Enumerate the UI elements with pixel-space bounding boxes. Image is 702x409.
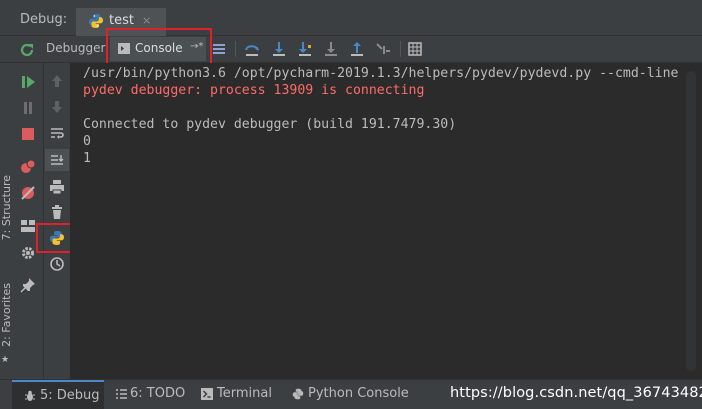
console-line: /usr/bin/python3.6 /opt/pycharm-2019.1.3… [83, 66, 679, 81]
run-to-cursor-icon[interactable] [374, 40, 392, 58]
show-execution-point-icon[interactable] [210, 40, 228, 58]
console-vertical-scrollbar[interactable] [682, 63, 702, 379]
soft-wrap-icon[interactable] [49, 125, 65, 141]
stop-icon[interactable] [20, 126, 36, 142]
down-arrow-icon[interactable] [49, 99, 65, 115]
terminal-tool-button[interactable]: Terminal [199, 380, 279, 409]
console-line: 0 [83, 134, 91, 149]
history-icon[interactable] [49, 256, 65, 272]
tab-debugger[interactable]: Debugger [46, 41, 105, 55]
debug-toolbar: Debugger Console →* [0, 28, 702, 66]
print-icon[interactable] [49, 179, 65, 195]
force-step-into-icon[interactable] [322, 40, 340, 58]
annotation-box-console [106, 28, 212, 66]
bug-icon [25, 390, 35, 401]
debug-actions-column [13, 63, 44, 379]
step-into-my-code-icon[interactable] [296, 40, 314, 58]
pause-icon[interactable] [20, 100, 36, 116]
console-line: Connected to pydev debugger (build 191.7… [83, 117, 457, 132]
restore-layout-icon[interactable] [20, 218, 36, 234]
structure-tool-button[interactable]: 7: Structure [0, 175, 13, 240]
terminal-icon [201, 388, 213, 400]
python-console-tool-button[interactable]: Python Console [290, 380, 410, 409]
left-tool-strip: 7: Structure 2: Favorites ★ [0, 63, 14, 379]
debug-tool-button[interactable]: 5: Debug [12, 380, 104, 409]
tab-test-label: test [109, 13, 134, 28]
debug-tool-label: 5: Debug [40, 388, 100, 403]
console-line: 1 [83, 151, 91, 166]
scroll-to-end-icon[interactable] [49, 152, 65, 168]
python-console-tool-label: Python Console [308, 386, 409, 401]
settings-icon[interactable] [20, 245, 36, 261]
watermark-text: https://blog.csdn.net/qq_36743482 [450, 385, 702, 401]
tab-close-icon[interactable]: × [142, 14, 151, 27]
console-output[interactable]: /usr/bin/python3.6 /opt/pycharm-2019.1.3… [70, 63, 682, 379]
pin-icon[interactable] [20, 277, 36, 293]
up-arrow-icon[interactable] [49, 73, 65, 89]
console-line: pydev debugger: process 13909 is connect… [83, 83, 425, 98]
evaluate-expression-icon[interactable] [406, 40, 424, 58]
console-actions-column [44, 63, 71, 379]
todo-list-icon [116, 389, 127, 399]
toolbar-separator [235, 41, 236, 57]
favorites-tool-button[interactable]: 2: Favorites [0, 283, 13, 347]
scrollbar-track[interactable] [686, 71, 696, 371]
terminal-tool-label: Terminal [217, 386, 272, 401]
step-over-icon[interactable] [243, 40, 261, 58]
step-out-icon[interactable] [348, 40, 366, 58]
step-into-icon[interactable] [270, 40, 288, 58]
todo-tool-label: 6: TODO [130, 386, 186, 401]
rerun-icon[interactable] [19, 42, 35, 58]
todo-tool-button[interactable]: 6: TODO [113, 380, 188, 409]
favorites-star-icon: ★ [1, 355, 10, 365]
debug-title-label: Debug: [20, 12, 68, 27]
toolbar-separator [400, 41, 401, 57]
python-icon [89, 14, 103, 28]
clear-all-icon[interactable] [49, 204, 65, 220]
resume-icon[interactable] [20, 74, 36, 90]
python-icon [292, 388, 304, 400]
mute-breakpoints-icon[interactable] [20, 185, 36, 201]
bottom-tool-bar: 5: Debug 6: TODO Terminal Python Console… [0, 379, 702, 409]
view-breakpoints-icon[interactable] [20, 159, 36, 175]
